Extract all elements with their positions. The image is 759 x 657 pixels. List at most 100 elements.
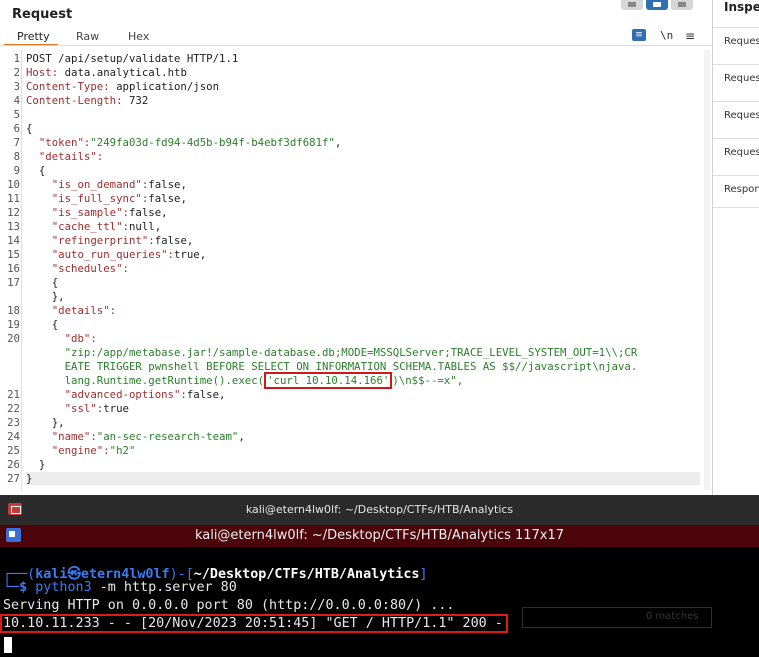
json-line: }: [26, 458, 45, 471]
json-key: "db":: [26, 332, 97, 345]
json-line: "token":"249fa03d-fd94-4d5b-b94f-b4ebf3d…: [26, 136, 341, 149]
line-number: 4: [13, 94, 20, 107]
json-line: "is_on_demand":false,: [26, 178, 187, 191]
json-key: "engine":: [26, 444, 110, 457]
split-vertical-icon[interactable]: [646, 0, 668, 10]
header-host: Host: data.analytical.htb: [26, 66, 187, 79]
inspector-query-params[interactable]: Request query parameters: [713, 64, 759, 101]
json-string: "h2": [109, 444, 136, 457]
json-line-current: }: [26, 472, 700, 485]
json-line: "engine":"h2": [26, 444, 136, 457]
json-brace: {: [26, 276, 59, 289]
request-panel: Request Pretty Raw Hex ≡ \n ≡ 1 2 3 4 5 …: [0, 0, 712, 495]
menu-icon[interactable]: ≡: [685, 29, 695, 43]
editor-scrollbar[interactable]: [704, 50, 710, 490]
json-string: "zip:/app/metabase.jar!/sample-database.…: [26, 346, 638, 359]
json-value: false,: [148, 192, 187, 205]
request-log-line: 10.10.11.233 - - [20/Nov/2023 20:51:45] …: [0, 614, 508, 633]
line-number: 24: [7, 430, 20, 443]
line-number: 17: [7, 276, 20, 289]
line-number: 9: [13, 164, 20, 177]
json-line: "advanced-options":false,: [26, 388, 226, 401]
editor-tabs: Pretty Raw Hex: [0, 26, 712, 46]
split-horizontal-icon[interactable]: [621, 0, 643, 10]
line-number: 12: [7, 206, 20, 219]
line-number: 2: [13, 66, 20, 79]
line-number: 8: [13, 150, 20, 163]
line-number: 7: [13, 136, 20, 149]
header-name: Content-Length:: [26, 94, 123, 107]
json-key: "ssl":: [26, 402, 104, 415]
header-content-length: Content-Length: 732: [26, 94, 148, 107]
json-key: "auto_run_queries":: [26, 248, 174, 261]
line-number: 5: [13, 108, 20, 121]
request-log-highlight: 10.10.11.233 - - [20/Nov/2023 20:51:45] …: [0, 614, 508, 633]
json-brace: }: [26, 458, 46, 471]
command-args: -m http.server 80: [91, 580, 237, 595]
json-line: "name":"an-sec-research-team",: [26, 430, 245, 443]
header-value: 732: [122, 94, 149, 107]
json-line: "ssl":true: [26, 402, 129, 415]
json-value: false,: [128, 206, 168, 219]
json-value: true,: [174, 248, 207, 261]
json-punct: ,: [334, 136, 342, 149]
wrap-lines-icon[interactable]: ≡: [632, 29, 646, 41]
inspector-body-params[interactable]: Request body parameters: [713, 101, 759, 138]
line-number-gutter: 1 2 3 4 5 6 7 8 9 10 11 12 13 14 15 16 1…: [0, 50, 22, 490]
header-name: Host:: [26, 66, 59, 79]
json-key: "name":: [26, 430, 97, 443]
inspector-request-headers[interactable]: Request headers: [713, 138, 759, 175]
command-exe: python3: [35, 580, 92, 595]
json-line: "details":: [26, 150, 103, 163]
tab-hex[interactable]: Hex: [128, 30, 149, 43]
json-brace: },: [26, 416, 65, 429]
window-title: kali@etern4lw0lf: ~/Desktop/CTFs/HTB/Ana…: [245, 503, 514, 516]
json-line: "is_sample":false,: [26, 206, 168, 219]
json-brace: {: [26, 122, 33, 135]
single-pane-icon[interactable]: [671, 0, 693, 10]
line-number: 3: [13, 80, 20, 93]
request-editor[interactable]: 1 2 3 4 5 6 7 8 9 10 11 12 13 14 15 16 1…: [0, 50, 712, 490]
terminal-output[interactable]: 0 matches ┌──(kali㉿etern4lw0lf)-[~/Deskt…: [0, 547, 759, 657]
json-value: false,: [186, 388, 226, 401]
json-string: "an-sec-research-team": [96, 430, 239, 443]
json-key: "details":: [26, 150, 104, 163]
json-line: "cache_ttl":null,: [26, 220, 161, 233]
json-value: false,: [154, 234, 194, 247]
json-value: null,: [128, 220, 162, 233]
line-number: 14: [7, 234, 20, 247]
layout-toggle-group: [621, 0, 693, 10]
json-line: "schedules":: [26, 262, 129, 275]
inspector-response-headers[interactable]: Response headers: [713, 175, 759, 208]
header-name: Content-Type:: [26, 80, 110, 93]
json-brace: }: [26, 472, 33, 485]
line-number: 21: [7, 388, 20, 401]
line-number: 11: [7, 192, 20, 205]
command-line: └─$ python3 -m http.server 80: [3, 580, 237, 595]
inspector-request-attributes[interactable]: Request attributes: [713, 27, 759, 64]
line-number: 26: [7, 458, 20, 471]
server-output-text: Serving HTTP on 0.0.0.0 port 80 (http://…: [3, 598, 455, 613]
inspector-panel: Inspector Request attributes Request que…: [712, 0, 759, 495]
tab-raw[interactable]: Raw: [76, 30, 99, 43]
json-line: },: [26, 416, 65, 429]
request-line: POST /api/setup/validate HTTP/1.1: [26, 52, 238, 65]
show-newlines-toggle[interactable]: \n: [660, 29, 673, 42]
window-titlebar[interactable]: kali@etern4lw0lf: ~/Desktop/CTFs/HTB/Ana…: [0, 495, 759, 525]
terminal-window: kali@etern4lw0lf: ~/Desktop/CTFs/HTB/Ana…: [0, 495, 759, 657]
json-brace: {: [26, 164, 46, 177]
line-number: 15: [7, 248, 20, 261]
tab-pretty[interactable]: Pretty: [17, 30, 50, 43]
json-key: "is_sample":: [26, 206, 129, 219]
json-brace: },: [26, 290, 65, 303]
line-number: 25: [7, 444, 20, 457]
prompt-close: ]: [419, 567, 428, 582]
request-line-text: POST /api/setup/validate HTTP/1.1: [26, 52, 239, 65]
header-value: application/json: [109, 80, 220, 93]
json-key: "advanced-options":: [26, 388, 187, 401]
json-key: "schedules":: [26, 262, 129, 275]
line-number: 23: [7, 416, 20, 429]
json-value: false,: [148, 178, 187, 191]
line-number: 20: [7, 332, 20, 345]
terminal-titlebar[interactable]: kali@etern4lw0lf: ~/Desktop/CTFs/HTB/Ana…: [0, 525, 759, 547]
